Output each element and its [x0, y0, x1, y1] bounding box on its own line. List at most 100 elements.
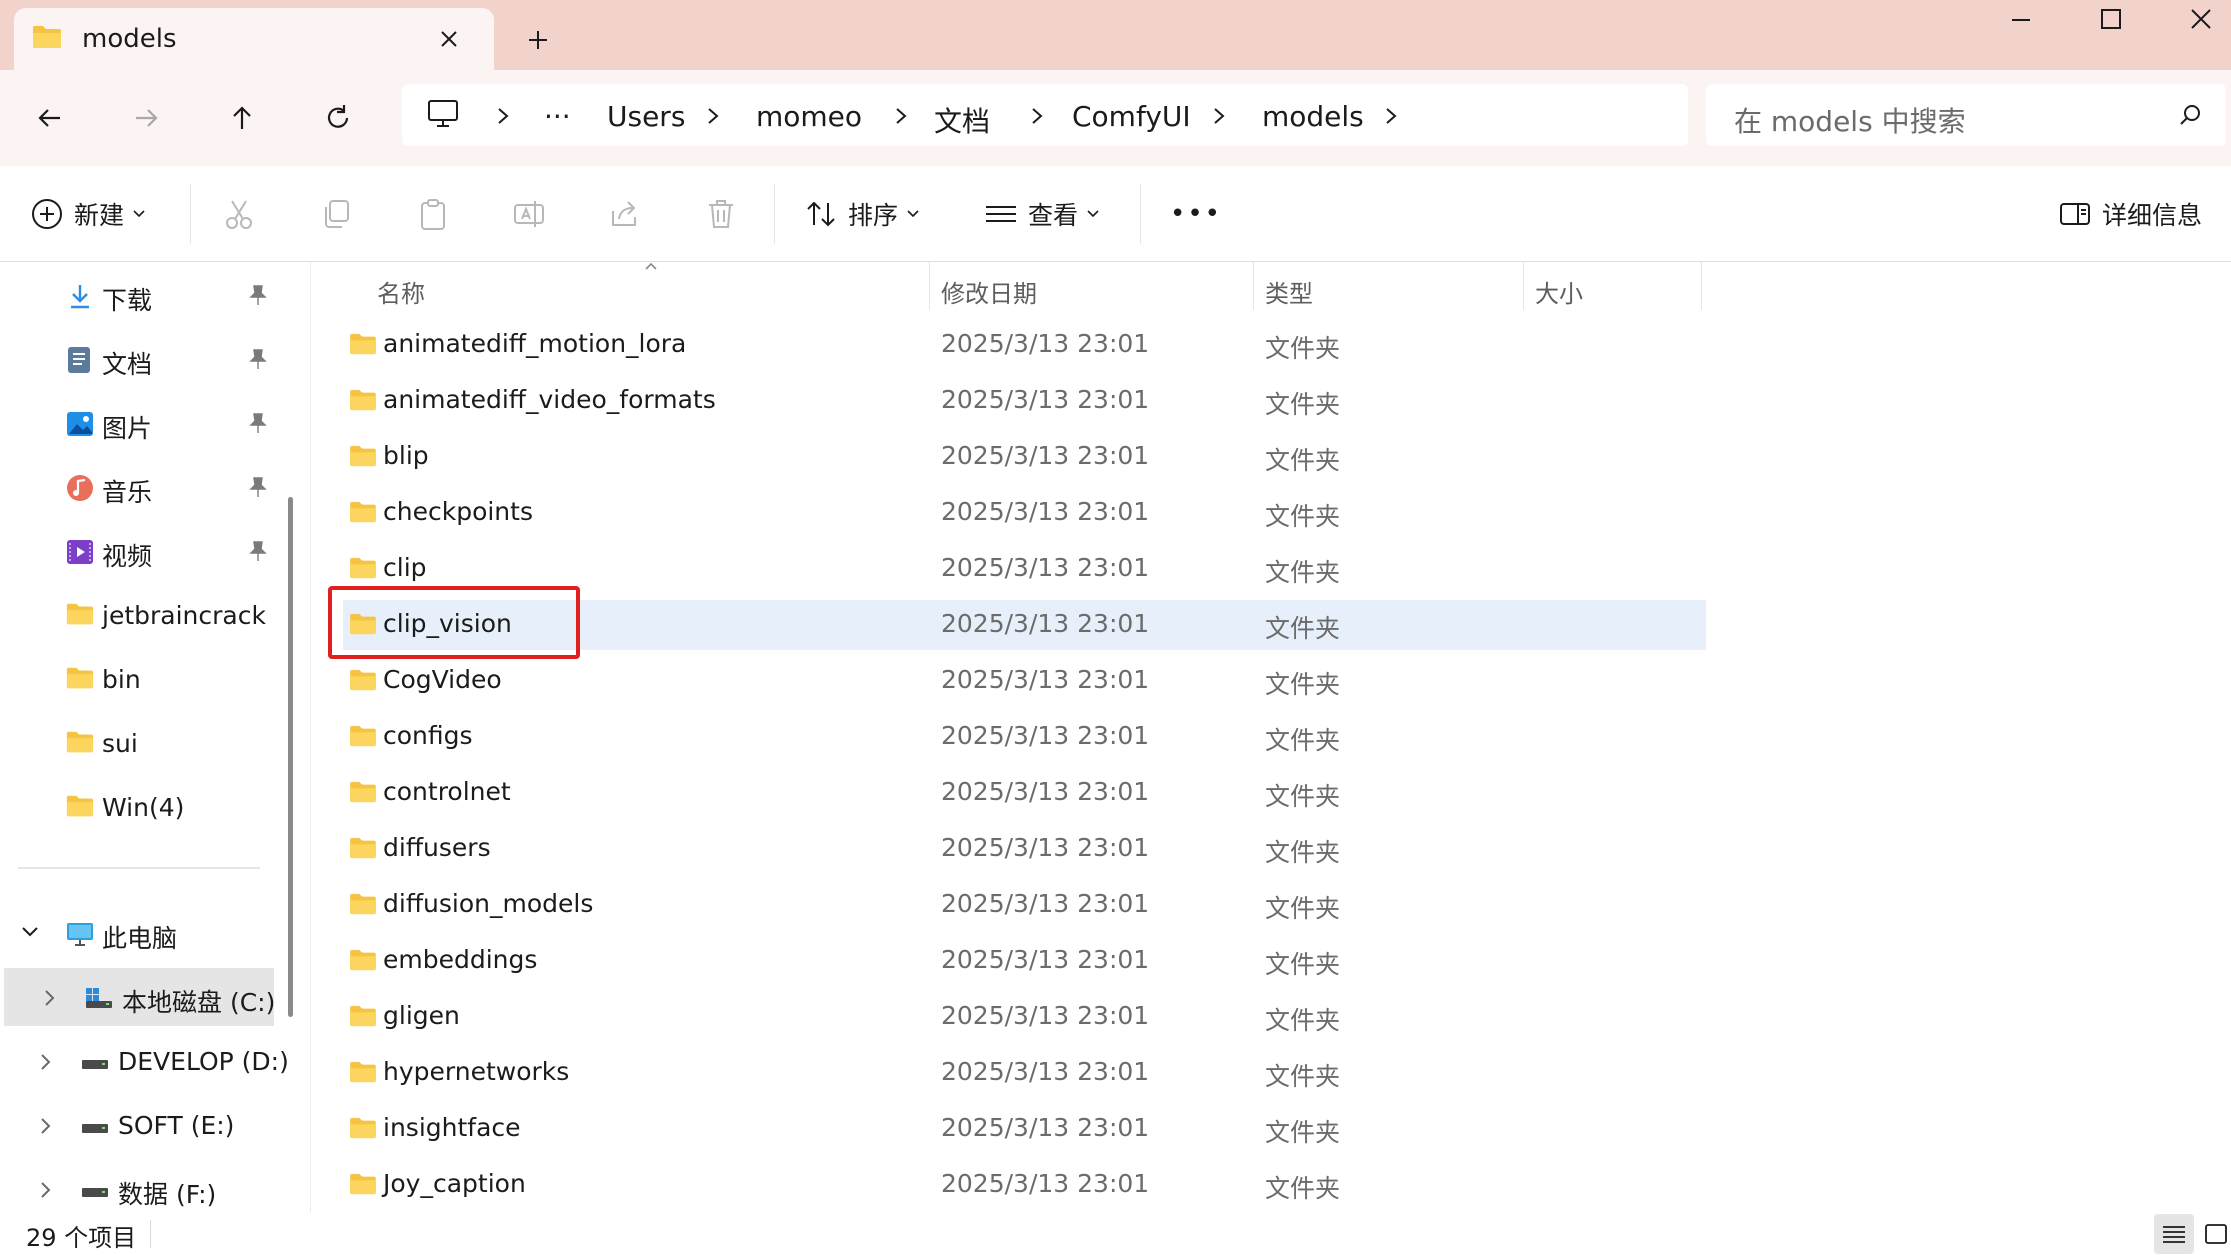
column-separator[interactable] — [1701, 262, 1702, 310]
file-type: 文件夹 — [1265, 1174, 1341, 1203]
more-options-button[interactable]: ••• — [1170, 166, 1222, 262]
column-separator[interactable] — [1523, 262, 1524, 310]
folder-icon — [349, 501, 377, 523]
paste-button[interactable] — [416, 166, 450, 262]
table-row[interactable]: diffusion_models 2025/3/13 23:01 文件夹 — [343, 880, 1706, 930]
file-name: configs — [383, 721, 473, 750]
sidebar-item-drive-f[interactable]: 数据 (F:) — [0, 1160, 290, 1218]
sidebar-item-drive-e[interactable]: SOFT (E:) — [0, 1096, 290, 1154]
delete-button[interactable] — [704, 166, 738, 262]
chevron-right-icon[interactable] — [1028, 106, 1046, 126]
file-name: blip — [383, 441, 429, 470]
table-row[interactable]: configs 2025/3/13 23:01 文件夹 — [343, 712, 1706, 762]
chevron-right-icon[interactable] — [42, 988, 58, 1008]
details-pane-button[interactable]: 详细信息 — [2058, 166, 2202, 262]
tiles-view-icon[interactable] — [2196, 1214, 2231, 1254]
chevron-down-icon — [906, 209, 920, 219]
pin-icon[interactable] — [248, 476, 268, 498]
sidebar-item-pictures[interactable]: 图片 — [0, 394, 290, 452]
sidebar-item-drive-d[interactable]: DEVELOP (D:) — [0, 1032, 290, 1090]
tab-models[interactable]: models — [14, 8, 494, 70]
chevron-right-icon[interactable] — [494, 106, 512, 126]
column-separator[interactable] — [1253, 262, 1254, 310]
refresh-icon[interactable] — [314, 94, 362, 142]
sidebar-scrollbar[interactable] — [288, 497, 293, 1017]
tab-close-icon[interactable] — [434, 24, 464, 54]
breadcrumb-more[interactable]: ··· — [544, 100, 571, 133]
column-type[interactable]: 类型 — [1265, 274, 1313, 309]
details-view-icon[interactable] — [2154, 1214, 2194, 1254]
forward-arrow-icon[interactable] — [122, 94, 170, 142]
sidebar-item-documents[interactable]: 文档 — [0, 330, 290, 388]
view-button[interactable]: 查看 — [984, 166, 1100, 262]
chevron-right-icon[interactable] — [38, 1116, 54, 1136]
file-date: 2025/3/13 23:01 — [941, 777, 1150, 806]
up-arrow-icon[interactable] — [218, 94, 266, 142]
sidebar-item-drive-c[interactable]: 本地磁盘 (C:) — [4, 968, 275, 1026]
pin-icon[interactable] — [248, 284, 268, 306]
back-arrow-icon[interactable] — [26, 94, 74, 142]
share-button[interactable] — [608, 166, 642, 262]
search-box[interactable]: 在 models 中搜索 — [1706, 84, 2226, 146]
table-row[interactable]: controlnet 2025/3/13 23:01 文件夹 — [343, 768, 1706, 818]
folder-icon — [349, 1117, 377, 1139]
table-row[interactable]: hypernetworks 2025/3/13 23:01 文件夹 — [343, 1048, 1706, 1098]
table-row[interactable]: animatediff_video_formats 2025/3/13 23:01… — [343, 376, 1706, 426]
breadcrumb-documents[interactable]: 文档 — [934, 100, 990, 140]
breadcrumb-users[interactable]: Users — [607, 100, 685, 133]
address-bar[interactable]: ··· Users momeo 文档 ComfyUI models — [402, 84, 1688, 146]
folder-icon — [349, 389, 377, 411]
table-row[interactable]: embeddings 2025/3/13 23:01 文件夹 — [343, 936, 1706, 986]
table-row[interactable]: Joy_caption 2025/3/13 23:01 文件夹 — [343, 1160, 1706, 1210]
column-date[interactable]: 修改日期 — [941, 274, 1037, 309]
chevron-right-icon[interactable] — [1382, 106, 1400, 126]
pin-icon[interactable] — [248, 348, 268, 370]
chevron-down-icon[interactable] — [20, 924, 40, 940]
chevron-down-icon — [1086, 209, 1100, 219]
sidebar-item-music[interactable]: 音乐 — [0, 458, 290, 516]
folder-icon — [66, 602, 94, 626]
folder-icon — [349, 1061, 377, 1083]
new-tab-icon[interactable] — [520, 22, 556, 58]
chevron-right-icon[interactable] — [38, 1052, 54, 1072]
sidebar-item-sui[interactable]: sui — [0, 714, 290, 772]
pin-icon[interactable] — [248, 412, 268, 434]
chevron-right-icon[interactable] — [704, 106, 722, 126]
rename-button[interactable] — [512, 166, 546, 262]
minimize-icon[interactable] — [1976, 0, 2066, 40]
chevron-right-icon[interactable] — [1210, 106, 1228, 126]
breadcrumb-comfyui[interactable]: ComfyUI — [1072, 100, 1191, 133]
sidebar-item-win4[interactable]: Win(4) — [0, 778, 290, 836]
table-row[interactable]: gligen 2025/3/13 23:01 文件夹 — [343, 992, 1706, 1042]
close-window-icon[interactable] — [2156, 0, 2231, 40]
search-input[interactable]: 在 models 中搜索 — [1734, 100, 1966, 140]
sidebar-item-videos[interactable]: 视频 — [0, 522, 290, 580]
sort-button[interactable]: 排序 — [804, 166, 920, 262]
chevron-right-icon[interactable] — [892, 106, 910, 126]
table-row[interactable]: blip 2025/3/13 23:01 文件夹 — [343, 432, 1706, 482]
chevron-right-icon[interactable] — [38, 1180, 54, 1200]
folder-icon — [349, 837, 377, 859]
pin-icon[interactable] — [248, 540, 268, 562]
breadcrumb-momeo[interactable]: momeo — [756, 100, 862, 133]
new-button[interactable]: 新建 — [30, 166, 146, 262]
sidebar-item-bin[interactable]: bin — [0, 650, 290, 708]
maximize-icon[interactable] — [2066, 0, 2156, 40]
search-icon[interactable] — [2178, 102, 2204, 128]
navigation-bar: ··· Users momeo 文档 ComfyUI models 在 mode… — [0, 70, 2231, 166]
column-size[interactable]: 大小 — [1535, 274, 1583, 309]
sidebar-item-jetbraincrack[interactable]: jetbraincrack — [0, 586, 290, 644]
column-separator[interactable] — [929, 262, 930, 310]
table-row[interactable]: insightface 2025/3/13 23:01 文件夹 — [343, 1104, 1706, 1154]
sidebar-item-downloads[interactable]: 下载 — [0, 266, 290, 324]
table-row[interactable]: CogVideo 2025/3/13 23:01 文件夹 — [343, 656, 1706, 706]
more-icon: ••• — [1170, 199, 1223, 229]
copy-button[interactable] — [320, 166, 354, 262]
column-name[interactable]: 名称 — [377, 274, 425, 309]
breadcrumb-models[interactable]: models — [1262, 100, 1364, 133]
table-row[interactable]: diffusers 2025/3/13 23:01 文件夹 — [343, 824, 1706, 874]
table-row[interactable]: checkpoints 2025/3/13 23:01 文件夹 — [343, 488, 1706, 538]
cut-button[interactable] — [222, 166, 256, 262]
table-row[interactable]: animatediff_motion_lora 2025/3/13 23:01 文件… — [343, 320, 1706, 370]
sidebar-item-this-pc[interactable]: 此电脑 — [0, 904, 290, 962]
